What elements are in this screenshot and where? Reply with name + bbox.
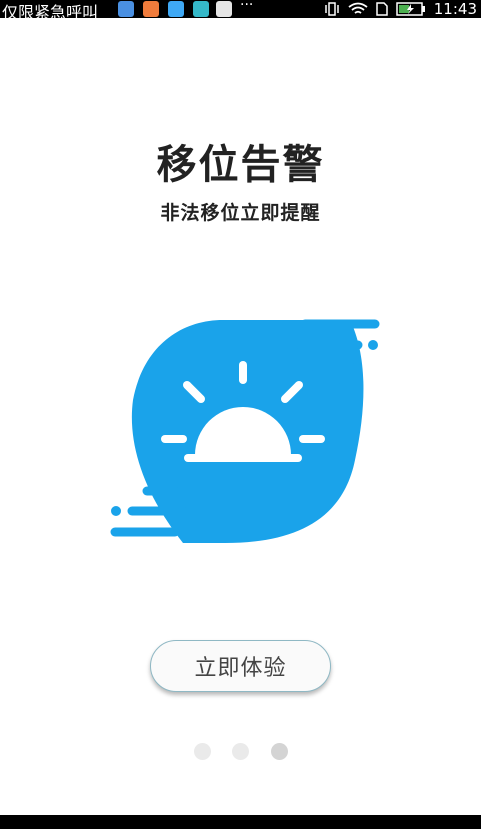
page-dot-3-active[interactable] — [271, 743, 288, 760]
page-indicator — [0, 743, 481, 761]
gallery-app-icon — [143, 1, 159, 17]
try-now-button[interactable]: 立即体验 — [150, 640, 331, 692]
overflow-indicator: ··· — [240, 0, 254, 13]
china-app-icon — [168, 1, 184, 17]
page-title: 移位告警 — [156, 142, 325, 188]
sim-icon — [376, 2, 388, 16]
vibrate-icon — [325, 2, 339, 16]
location-app-icon — [118, 1, 134, 17]
battery-charging-icon — [396, 2, 425, 16]
page-dot-2[interactable] — [232, 743, 249, 760]
status-bar: 仅限紧急呼叫 ··· 11:43 — [0, 0, 481, 22]
carrier-text: 仅限紧急呼叫 — [2, 3, 99, 22]
navigation-bar — [0, 815, 481, 829]
wifi-icon — [348, 2, 368, 14]
page-dot-1[interactable] — [194, 743, 211, 760]
sunrise-cloud-icon — [110, 319, 380, 543]
font-app-icon — [216, 1, 232, 17]
clock: 11:43 — [433, 0, 477, 18]
page-subtitle: 非法移位立即提醒 — [160, 202, 321, 224]
mail-app-icon — [193, 1, 209, 17]
